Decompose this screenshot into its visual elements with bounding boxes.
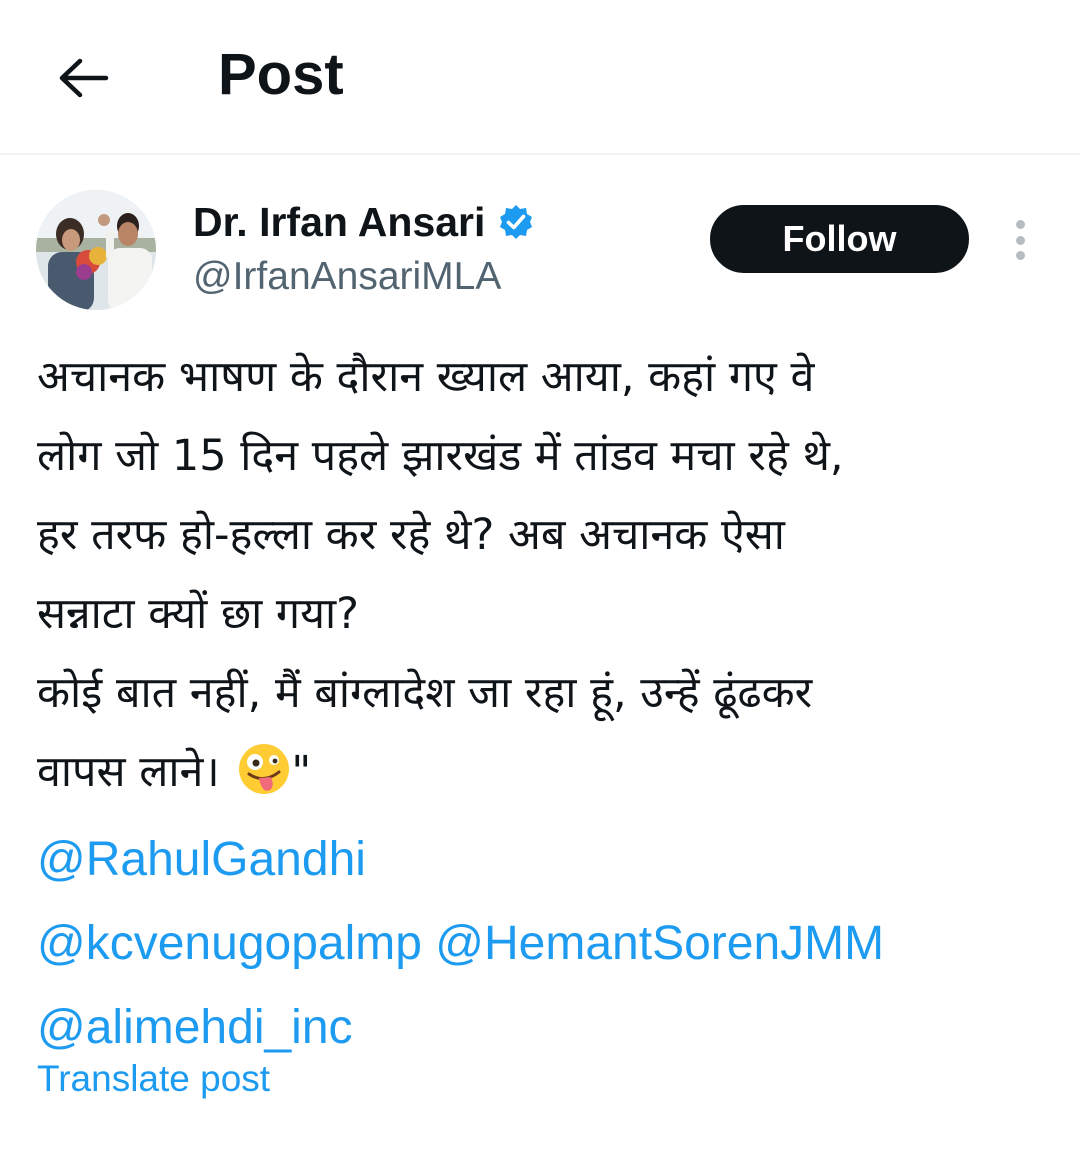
author-name-row[interactable]: Dr. Irfan Ansari <box>193 196 535 248</box>
mention-link[interactable]: @kcvenugopalmp <box>37 917 422 970</box>
more-dot <box>1015 235 1025 245</box>
post-line: कोई बात नहीं, मैं बांग्लादेश जा रहा हूं,… <box>37 668 813 718</box>
more-vertical-icon[interactable] <box>1000 212 1040 268</box>
closing-quote: " <box>291 747 312 797</box>
post-last-line: वापस लाने। " <box>37 733 1057 812</box>
post-line: सन्नाटा क्यों छा गया? <box>37 589 359 639</box>
mention-link[interactable]: @alimehdi_inc <box>37 1001 353 1054</box>
mentions: @RahulGandhi @kcvenugopalmp @HemantSoren… <box>37 818 1067 1070</box>
post-line: हर तरफ हो-हल्ला कर रहे थे? अब अचानक ऐसा <box>37 510 785 560</box>
arrow-left-icon <box>59 58 109 98</box>
zany-face-emoji-icon <box>237 742 291 796</box>
mention-link[interactable]: @RahulGandhi <box>37 833 366 886</box>
author-handle[interactable]: @IrfanAnsariMLA <box>193 252 501 302</box>
translate-post-link[interactable]: Translate post <box>37 1053 270 1105</box>
post-line: लोग जो 15 दिन पहले झारखंड में तांडव मचा … <box>37 431 844 481</box>
avatar[interactable] <box>36 190 156 310</box>
page-title: Post <box>218 42 344 107</box>
post-line: वापस लाने। <box>37 747 220 797</box>
mention-link[interactable]: @HemantSorenJMM <box>435 917 884 970</box>
post-line: अचानक भाषण के दौरान ख्याल आया, कहां गए व… <box>37 352 815 402</box>
follow-button[interactable]: Follow <box>708 203 971 275</box>
verified-badge-icon[interactable] <box>497 203 535 241</box>
author-name[interactable]: Dr. Irfan Ansari <box>193 196 485 248</box>
post-text: अचानक भाषण के दौरान ख्याल आया, कहां गए व… <box>37 338 1057 812</box>
more-dot <box>1015 251 1025 260</box>
avatar-image <box>36 190 156 310</box>
top-bar: Post <box>0 0 1080 155</box>
more-dot <box>1015 220 1025 229</box>
back-button[interactable] <box>44 38 124 118</box>
